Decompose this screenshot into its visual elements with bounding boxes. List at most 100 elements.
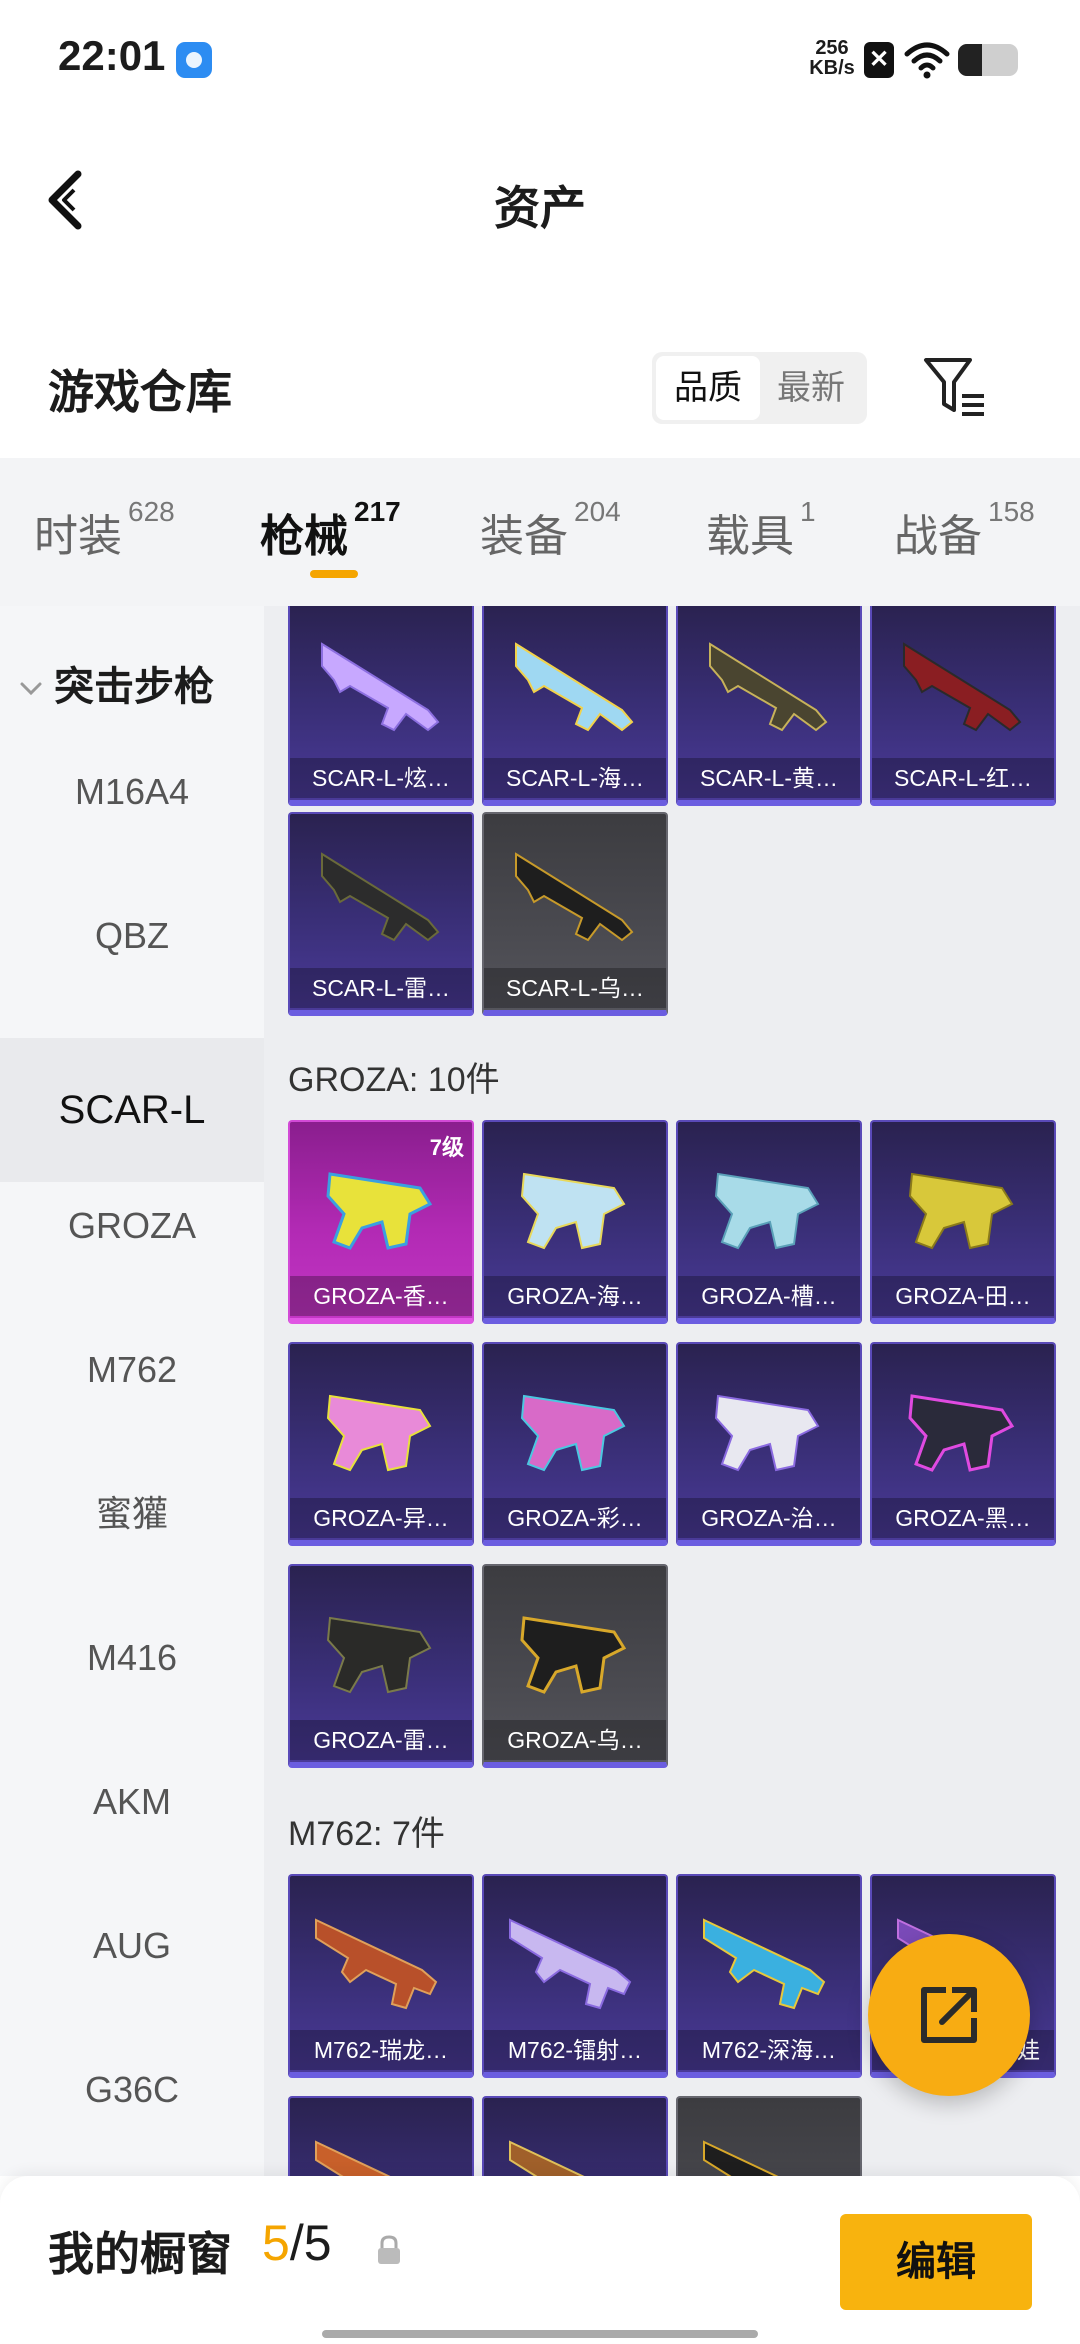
share-button[interactable] [868,1934,1030,2096]
rifle-icon [520,1616,627,1694]
rifle-icon [520,1394,626,1472]
item-card[interactable]: GROZA-治… [676,1342,862,1546]
rifle-icon [321,642,440,732]
item-card[interactable]: GROZA-彩… [482,1342,668,1546]
item-name: GROZA-雷… [290,1720,472,1760]
item-card[interactable]: M762-镭射… [482,1874,668,2078]
active-tab-indicator [310,570,358,578]
no-sim-icon: ✕ [864,42,894,78]
item-name: M762-瑞龙… [290,2030,472,2070]
rifle-icon [509,1918,632,2010]
rifle-icon [315,1918,438,2010]
item-card[interactable]: SCAR-L-红… [870,606,1056,806]
item-card[interactable]: SCAR-L-黄… [676,606,862,806]
sidebar-category[interactable]: 突击步枪 [18,654,214,712]
tab-count: 628 [128,496,175,527]
tab-count: 204 [574,496,621,527]
warehouse-title: 游戏仓库 [48,366,232,418]
item-card[interactable]: SCAR-L-雷… [288,812,474,1016]
edit-button[interactable]: 编辑 [840,2214,1032,2310]
item-card[interactable]: SCAR-L-乌… [482,812,668,1016]
sidebar-category-label: 突击步枪 [54,665,214,709]
sidebar-item-groza[interactable]: GROZA [0,1154,264,1298]
rifle-icon [515,852,634,942]
item-name: GROZA-黑… [872,1498,1054,1538]
tab-firearms[interactable]: 枪械217 [260,496,401,564]
showcase-total: /5 [289,2215,332,2271]
tab-label: 战备 [894,512,982,561]
tab-label: 时装 [34,512,122,561]
item-card[interactable]: GROZA-海… [482,1120,668,1324]
item-card[interactable] [676,2096,862,2176]
chevron-down-icon [20,682,42,696]
sort-newest-button[interactable]: 最新 [759,356,863,420]
item-name: SCAR-L-红… [872,758,1054,798]
item-card[interactable]: GROZA-槽… [676,1120,862,1324]
app-notification-icon [176,42,212,78]
sort-quality-button[interactable]: 品质 [656,356,760,420]
rifle-icon [326,1616,432,1694]
sidebar-item-qbz[interactable]: QBZ [0,864,264,1008]
item-name: GROZA-田… [872,1276,1054,1316]
item-card[interactable]: SCAR-L-炫… [288,606,474,806]
item-name: M762-镭射… [484,2030,666,2070]
section-title-m762: M762: 7件 [288,1815,445,1853]
assets-screen: { "status_bar": { "time": "22:01", "net_… [0,0,1080,2344]
item-name: SCAR-L-乌… [484,968,666,1008]
tab-count: 217 [354,496,401,527]
rifle-icon [321,852,440,942]
sidebar-item-m762[interactable]: M762 [0,1298,264,1442]
showcase-bar: 我的橱窗 5/5 编辑 [0,2176,1080,2344]
tab-label: 载具 [706,512,794,561]
item-card[interactable]: M762-瑞龙… [288,1874,474,2078]
item-name: SCAR-L-雷… [290,968,472,1008]
rifle-icon [908,1172,1014,1250]
item-name: SCAR-L-炫… [290,758,472,798]
item-name: GROZA-香… [290,1276,472,1316]
rifle-icon [703,1918,826,2010]
tab-combat-gear[interactable]: 战备158 [894,496,1035,564]
rifle-icon [515,642,634,732]
wifi-icon [904,42,950,79]
item-card[interactable] [482,2096,668,2176]
item-name: GROZA-乌… [484,1720,666,1760]
tab-vehicles[interactable]: 载具1 [706,496,816,564]
sidebar-item-honey-badger[interactable]: 蜜獾 [0,1442,264,1586]
sidebar-item-aug[interactable]: AUG [0,1874,264,2018]
rifle-icon [520,1172,626,1250]
filter-icon[interactable] [920,352,990,422]
tab-fashion[interactable]: 时装628 [34,496,175,564]
battery-icon [958,44,1018,76]
share-icon [921,1987,977,2043]
network-speed: 256 KB/s [802,38,862,78]
sidebar-item-m16a4[interactable]: M16A4 [0,720,264,864]
category-tabs: 时装628 枪械217 装备204 载具1 战备158 [0,458,1080,606]
rifle-icon [709,642,828,732]
item-name: GROZA-槽… [678,1276,860,1316]
item-card[interactable]: GROZA-黑… [870,1342,1056,1546]
item-name: GROZA-海… [484,1276,666,1316]
item-card[interactable]: SCAR-L-海… [482,606,668,806]
battery-fill [958,44,982,76]
sidebar-item-g36c[interactable]: G36C [0,2018,264,2162]
item-card[interactable]: M762-深海… [676,1874,862,2078]
rifle-icon [714,1172,820,1250]
sidebar-item-m416[interactable]: M416 [0,1586,264,1730]
rifle-icon [509,2140,585,2176]
tab-equipment[interactable]: 装备204 [480,496,621,564]
item-card[interactable]: GROZA-乌… [482,1564,668,1768]
sidebar-item-akm[interactable]: AKM [0,1730,264,1874]
showcase-count: 5/5 [262,2214,332,2272]
item-name: SCAR-L-海… [484,758,666,798]
page-title: 资产 [494,182,586,234]
item-card[interactable]: 7级 GROZA-香… [288,1120,474,1324]
status-bar: 22:01 256 KB/s ✕ [0,0,1080,120]
item-card[interactable]: GROZA-田… [870,1120,1056,1324]
item-name: GROZA-彩… [484,1498,666,1538]
item-card[interactable] [288,2096,474,2176]
rifle-icon [326,1172,433,1250]
item-card[interactable]: GROZA-雷… [288,1564,474,1768]
rifle-icon [703,2140,779,2176]
item-card[interactable]: GROZA-异… [288,1342,474,1546]
rifle-icon [903,642,1022,732]
